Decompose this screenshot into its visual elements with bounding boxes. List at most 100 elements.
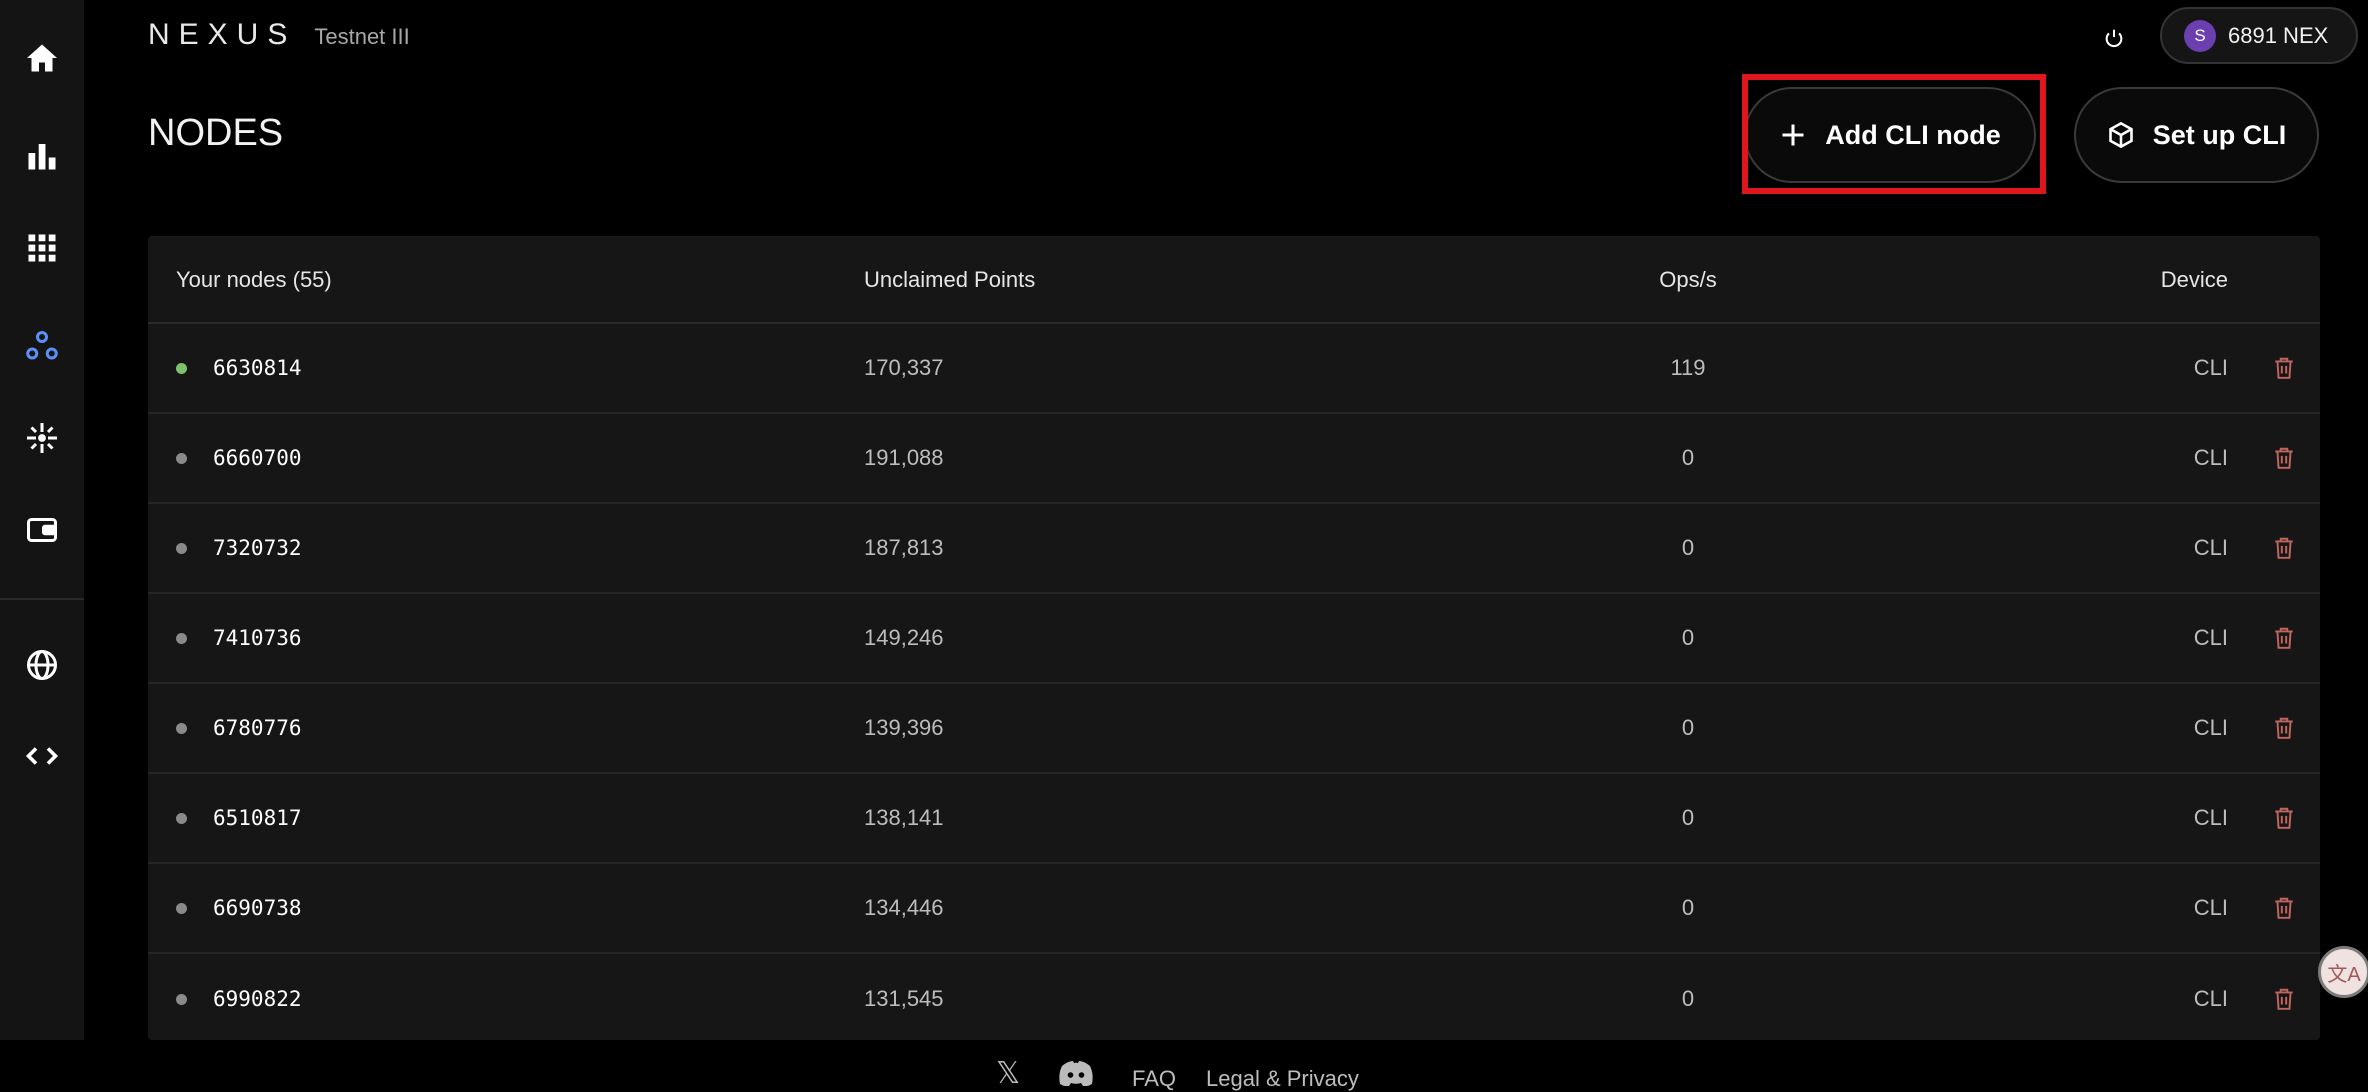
table-body: 6630814 170,337 119 CLI 6660700 191,088 … [148, 324, 2320, 1040]
wallet-balance: 6891 NEX [2228, 22, 2329, 48]
code-icon [25, 747, 59, 765]
plus-icon [1782, 124, 1804, 146]
avatar: S [2184, 19, 2216, 52]
node-id[interactable]: 6780776 [213, 716, 302, 740]
node-id[interactable]: 6660700 [213, 446, 302, 470]
delete-node-button[interactable] [2268, 802, 2300, 834]
delete-node-button[interactable] [2268, 352, 2300, 384]
status-dot [176, 632, 187, 644]
ops-per-second: 0 [1681, 625, 1695, 650]
unclaimed-points: 131,545 [864, 986, 944, 1011]
legal-privacy-link[interactable]: Legal & Privacy [1206, 1066, 1359, 1092]
table-header: Your nodes (55) Unclaimed Points Ops/s D… [148, 236, 2320, 324]
node-id[interactable]: 6510817 [213, 806, 302, 830]
set-up-cli-button[interactable]: Set up CLI [2074, 87, 2319, 183]
status-dot [176, 452, 187, 464]
node-id[interactable]: 6630814 [213, 356, 302, 380]
power-icon [2105, 29, 2123, 48]
trash-icon [2275, 627, 2293, 649]
trash-icon [2275, 988, 2293, 1010]
node-cell: 7410736 [176, 626, 302, 650]
ops-per-second: 0 [1681, 535, 1695, 560]
node-id[interactable]: 7410736 [213, 626, 302, 650]
delete-node-button[interactable] [2268, 892, 2300, 924]
ops-per-second: 0 [1681, 895, 1695, 920]
unclaimed-points: 134,446 [864, 895, 944, 920]
status-dot [176, 722, 187, 734]
header-unclaimed-points: Unclaimed Points [864, 267, 1036, 292]
trash-icon [2275, 357, 2293, 379]
add-cli-node-button[interactable]: Add CLI node [1744, 87, 2036, 183]
wallet-icon [27, 518, 57, 542]
grid-icon [28, 234, 56, 262]
node-cell: 6690738 [176, 896, 302, 920]
table-row[interactable]: 6990822 131,545 0 CLI [148, 954, 2320, 1040]
delete-node-button[interactable] [2268, 442, 2300, 474]
node-id[interactable]: 7320732 [213, 536, 302, 560]
sidebar-divider [0, 598, 84, 600]
cube-icon [2108, 121, 2133, 149]
delete-node-button[interactable] [2268, 622, 2300, 654]
node-cell: 6780776 [176, 716, 302, 740]
sidebar-item-home[interactable] [12, 28, 72, 88]
header-ops: Ops/s [1659, 267, 1717, 292]
wallet-balance-pill[interactable]: S 6891 NEX [2160, 7, 2358, 64]
table-row[interactable]: 7320732 187,813 0 CLI [148, 504, 2320, 594]
node-cell: 6660700 [176, 446, 302, 470]
home-icon [27, 44, 57, 72]
table-row[interactable]: 6660700 191,088 0 CLI [148, 414, 2320, 504]
nodes-icon [26, 331, 58, 360]
sidebar-item-website[interactable] [12, 635, 72, 695]
ops-per-second: 0 [1681, 715, 1695, 740]
unclaimed-points: 191,088 [864, 445, 944, 470]
table-row[interactable]: 6780776 139,396 0 CLI [148, 684, 2320, 774]
sidebar-item-stats[interactable] [12, 126, 72, 186]
bar-chart-icon [28, 144, 56, 170]
trash-icon [2275, 717, 2293, 739]
brand-logo: NEXUS [148, 18, 297, 51]
header-device: Device [2160, 267, 2228, 292]
table-row[interactable]: 7410736 149,246 0 CLI [148, 594, 2320, 684]
network-label: Testnet III [314, 24, 410, 49]
device-type: CLI [2193, 625, 2228, 650]
node-cell: 6990822 [176, 987, 302, 1011]
node-cell: 6510817 [176, 806, 302, 830]
sidebar-item-developers[interactable] [12, 726, 72, 786]
table-row[interactable]: 6690738 134,446 0 CLI [148, 864, 2320, 954]
delete-node-button[interactable] [2268, 983, 2300, 1015]
table-row[interactable]: 6510817 138,141 0 CLI [148, 774, 2320, 864]
node-cell: 6630814 [176, 356, 302, 380]
device-type: CLI [2193, 986, 2228, 1011]
node-id[interactable]: 6690738 [213, 896, 302, 920]
ops-per-second: 0 [1681, 986, 1695, 1011]
table-row[interactable]: 6630814 170,337 119 CLI [148, 324, 2320, 414]
ops-per-second: 0 [1681, 445, 1695, 470]
discord-icon[interactable] [1058, 1060, 1094, 1086]
device-type: CLI [2193, 715, 2228, 740]
trash-icon [2275, 447, 2293, 469]
device-type: CLI [2193, 805, 2228, 830]
power-button[interactable] [2094, 18, 2134, 58]
sidebar-item-nodes[interactable] [12, 316, 72, 376]
footer: 𝕏 FAQ Legal & Privacy [0, 1040, 2368, 1091]
sidebar-item-explore[interactable] [12, 408, 72, 468]
delete-node-button[interactable] [2268, 532, 2300, 564]
device-type: CLI [2193, 895, 2228, 920]
status-dot [176, 993, 187, 1005]
add-cli-node-label: Add CLI node [1825, 119, 2001, 150]
unclaimed-points: 138,141 [864, 805, 944, 830]
status-dot [176, 362, 187, 374]
node-id[interactable]: 6990822 [213, 987, 302, 1011]
sidebar-item-apps[interactable] [12, 218, 72, 278]
sidebar [0, 0, 84, 1040]
ops-per-second: 119 [1670, 355, 1706, 380]
unclaimed-points: 139,396 [864, 715, 944, 740]
faq-link[interactable]: FAQ [1132, 1066, 1176, 1092]
sidebar-item-wallet[interactable] [12, 500, 72, 560]
device-type: CLI [2193, 355, 2228, 380]
brand[interactable]: NEXUS Testnet III [148, 18, 410, 52]
globe-icon [27, 650, 57, 680]
translate-icon[interactable]: 文A [2318, 946, 2368, 998]
status-dot [176, 902, 187, 914]
delete-node-button[interactable] [2268, 712, 2300, 744]
